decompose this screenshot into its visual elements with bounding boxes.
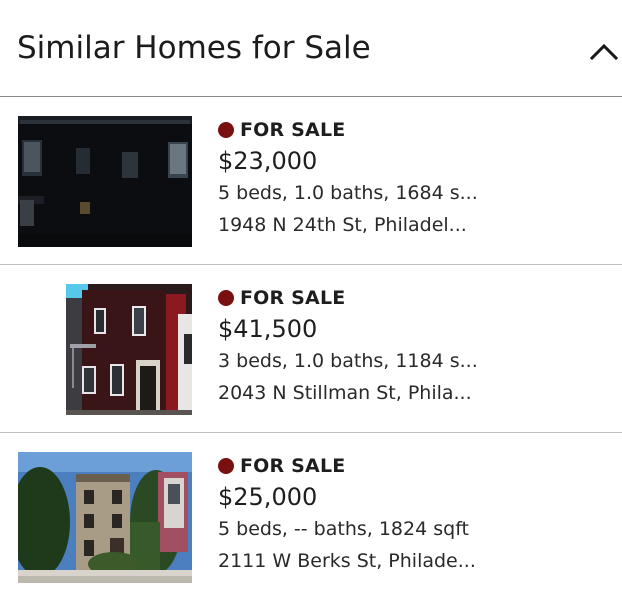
listing-card[interactable]: FOR SALE $41,500 3 beds, 1.0 baths, 1184… [0,265,622,433]
listing-card[interactable]: FOR SALE $23,000 5 beds, 1.0 baths, 1684… [0,97,622,265]
listing-details: 5 beds, 1.0 baths, 1684 s... [218,182,478,204]
listing-info: FOR SALE $41,500 3 beds, 1.0 baths, 1184… [218,285,508,409]
section-header[interactable]: Similar Homes for Sale [0,0,622,97]
listing-price: $23,000 [218,147,318,175]
status-label: FOR SALE [240,119,346,141]
status-badge: FOR SALE [218,117,508,143]
listing-card[interactable]: FOR SALE $25,000 5 beds, -- baths, 1824 … [0,433,622,601]
listing-price: $41,500 [218,315,318,343]
listing-photo[interactable] [66,284,192,415]
section-title: Similar Homes for Sale [17,30,371,66]
listing-address: 1948 N 24th St, Philadel... [218,214,467,236]
listing-details: 3 beds, 1.0 baths, 1184 s... [218,350,478,372]
listing-price: $25,000 [218,483,318,511]
status-badge: FOR SALE [218,285,508,311]
status-badge: FOR SALE [218,453,508,479]
listing-address: 2111 W Berks St, Philade... [218,550,476,572]
listing-details: 5 beds, -- baths, 1824 sqft [218,518,469,540]
listing-photo[interactable] [18,116,192,247]
listing-address: 2043 N Stillman St, Phila... [218,382,472,404]
listing-info: FOR SALE $25,000 5 beds, -- baths, 1824 … [218,453,508,577]
listing-photo[interactable] [18,452,192,583]
status-label: FOR SALE [240,287,346,309]
status-dot-icon [218,290,234,306]
status-dot-icon [218,458,234,474]
listing-info: FOR SALE $23,000 5 beds, 1.0 baths, 1684… [218,117,508,241]
collapse-button[interactable] [588,36,620,68]
status-label: FOR SALE [240,455,346,477]
chevron-up-icon [589,43,619,61]
status-dot-icon [218,122,234,138]
